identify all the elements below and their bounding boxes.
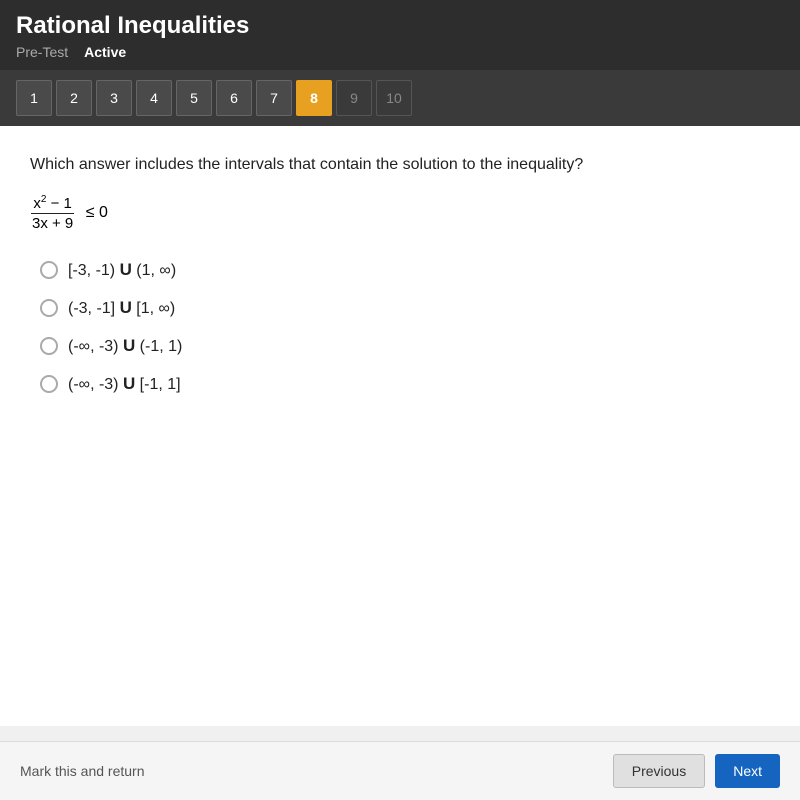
nav-btn-3[interactable]: 3 xyxy=(96,80,132,116)
fraction: x2 − 1 3x + 9 xyxy=(30,194,75,232)
option-d[interactable]: (-∞, -3) U [-1, 1] xyxy=(40,374,770,394)
active-label: Active xyxy=(84,44,126,60)
option-c[interactable]: (-∞, -3) U (-1, 1) xyxy=(40,336,770,356)
header: Rational Inequalities Pre-Test Active xyxy=(0,0,800,70)
question-navigation: 1 2 3 4 5 6 7 8 9 10 xyxy=(0,70,800,126)
radio-c[interactable] xyxy=(40,337,58,355)
nav-btn-1[interactable]: 1 xyxy=(16,80,52,116)
options-list: [-3, -1) U (1, ∞) (-3, -1] U [1, ∞) (-∞,… xyxy=(40,260,770,394)
nav-btn-9[interactable]: 9 xyxy=(336,80,372,116)
nav-btn-10[interactable]: 10 xyxy=(376,80,412,116)
bottom-bar: Mark this and return Previous Next xyxy=(0,741,800,800)
nav-btn-6[interactable]: 6 xyxy=(216,80,252,116)
next-button[interactable]: Next xyxy=(715,754,780,788)
question-text: Which answer includes the intervals that… xyxy=(30,154,770,176)
nav-btn-7[interactable]: 7 xyxy=(256,80,292,116)
option-b-text: (-3, -1] U [1, ∞) xyxy=(68,298,175,318)
option-a-text: [-3, -1) U (1, ∞) xyxy=(68,260,176,280)
nav-btn-5[interactable]: 5 xyxy=(176,80,212,116)
option-a[interactable]: [-3, -1) U (1, ∞) xyxy=(40,260,770,280)
mark-return-label: Mark this and return xyxy=(20,763,145,779)
radio-d[interactable] xyxy=(40,375,58,393)
radio-b[interactable] xyxy=(40,299,58,317)
fraction-denominator: 3x + 9 xyxy=(30,214,75,232)
nav-btn-8[interactable]: 8 xyxy=(296,80,332,116)
option-c-text: (-∞, -3) U (-1, 1) xyxy=(68,336,182,356)
prev-button[interactable]: Previous xyxy=(613,754,705,788)
header-subtitle: Pre-Test Active xyxy=(16,44,784,70)
page-title: Rational Inequalities xyxy=(16,12,784,40)
nav-btn-2[interactable]: 2 xyxy=(56,80,92,116)
bottom-buttons: Previous Next xyxy=(613,754,780,788)
option-d-text: (-∞, -3) U [-1, 1] xyxy=(68,374,181,394)
pre-test-label: Pre-Test xyxy=(16,44,68,60)
fraction-numerator: x2 − 1 xyxy=(31,194,74,214)
radio-a[interactable] xyxy=(40,261,58,279)
inequality-expression: x2 − 1 3x + 9 ≤ 0 xyxy=(30,194,770,232)
nav-btn-4[interactable]: 4 xyxy=(136,80,172,116)
inequality-symbol: ≤ 0 xyxy=(86,204,108,221)
content-area: Which answer includes the intervals that… xyxy=(0,126,800,726)
option-b[interactable]: (-3, -1] U [1, ∞) xyxy=(40,298,770,318)
